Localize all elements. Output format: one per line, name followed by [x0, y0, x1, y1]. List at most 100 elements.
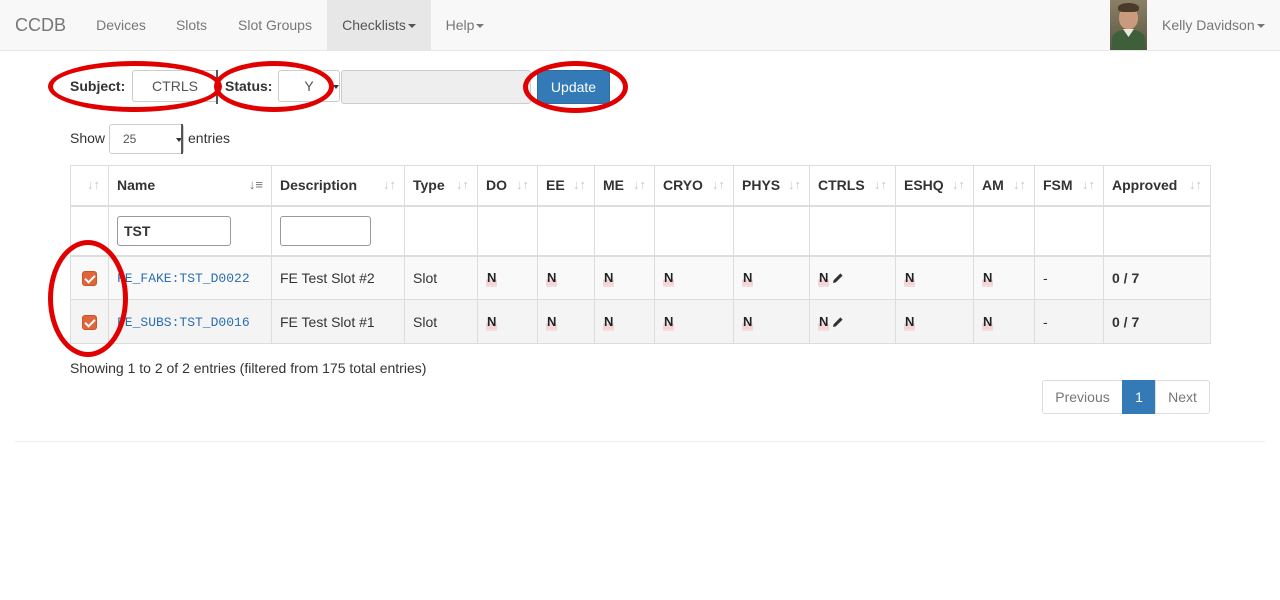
pencil-icon[interactable] — [832, 272, 844, 284]
user-name: Kelly Davidson — [1162, 17, 1255, 33]
approved-value: 0 / 7 — [1112, 313, 1140, 330]
description-cell: FE Test Slot #1 — [271, 299, 405, 344]
sort-icon: ↓↑ — [1013, 177, 1026, 192]
cryo-cell: N — [654, 255, 734, 300]
status-value: N — [486, 313, 498, 331]
me-cell: N — [594, 255, 655, 300]
filter-cell — [895, 205, 974, 257]
status-value: N — [904, 313, 916, 331]
comment-input[interactable] — [341, 70, 531, 104]
nav-slots[interactable]: Slots — [160, 0, 223, 50]
column-type[interactable]: Type ↓↑ — [404, 165, 478, 207]
status-value: N — [818, 269, 830, 287]
column-approved-label: Approved — [1112, 177, 1178, 194]
status-value: N — [982, 269, 994, 287]
phys-cell: N — [733, 255, 810, 300]
sort-icon: ↓↑ — [788, 177, 801, 192]
column-description-label: Description — [280, 177, 358, 194]
filter-cell-description — [271, 205, 405, 257]
nav-help[interactable]: Help — [431, 0, 499, 50]
column-ctrls[interactable]: CTRLS ↓↑ — [809, 165, 896, 207]
status-value: N — [742, 313, 754, 331]
column-fsm-label: FSM — [1043, 177, 1073, 194]
column-do-label: DO — [486, 177, 507, 194]
entries-length-value: 25 — [123, 132, 137, 146]
status-value: N — [546, 269, 558, 287]
avatar-hair — [1118, 3, 1139, 12]
sort-icon: ↓↑ — [1189, 177, 1202, 192]
sort-ascending-icon: ↓≡ — [248, 177, 263, 192]
column-select[interactable]: ↓↑ — [70, 165, 109, 207]
avatar[interactable] — [1110, 0, 1147, 50]
status-value: N — [546, 313, 558, 331]
column-cryo[interactable]: CRYO ↓↑ — [654, 165, 734, 207]
filter-cell — [594, 205, 655, 257]
show-label: Show — [70, 130, 106, 146]
filter-cell-name — [108, 205, 272, 257]
filter-cell — [537, 205, 595, 257]
ee-cell: N — [537, 255, 595, 300]
status-label: Status: — [225, 78, 273, 94]
subject-select[interactable]: CTRLS — [132, 70, 218, 102]
sort-icon: ↓↑ — [573, 177, 586, 192]
do-cell: N — [477, 299, 538, 344]
status-value: N — [663, 313, 675, 331]
chevron-down-icon — [476, 24, 485, 29]
nav-checklists[interactable]: Checklists — [327, 0, 431, 50]
nav-slot-groups[interactable]: Slot Groups — [223, 0, 327, 50]
eshq-cell: N — [895, 255, 974, 300]
entries-label: entries — [188, 130, 231, 146]
column-phys-label: PHYS — [742, 177, 781, 194]
name-cell: FE_FAKE:TST_D0022 — [108, 255, 272, 300]
update-button[interactable]: Update — [537, 70, 610, 104]
nav-devices[interactable]: Devices — [82, 0, 160, 50]
description-filter-input[interactable] — [280, 215, 371, 246]
am-cell: N — [973, 299, 1035, 344]
divider — [15, 441, 1265, 442]
table-row[interactable]: FE_SUBS:TST_D0016 FE Test Slot #1 Slot N… — [70, 299, 1211, 344]
name-filter-input[interactable] — [117, 215, 231, 246]
eshq-cell: N — [895, 299, 974, 344]
column-do[interactable]: DO ↓↑ — [477, 165, 538, 207]
column-approved[interactable]: Approved ↓↑ — [1103, 165, 1211, 207]
checked-checkbox-icon[interactable] — [82, 314, 97, 330]
nav-slot-groups-label: Slot Groups — [238, 17, 312, 33]
approved-cell: 0 / 7 — [1103, 255, 1211, 300]
user-menu[interactable]: Kelly Davidson — [1147, 0, 1280, 50]
ctrls-cell: N — [809, 299, 896, 344]
next-button[interactable]: Next — [1155, 380, 1210, 414]
column-ee[interactable]: EE ↓↑ — [537, 165, 595, 207]
column-am[interactable]: AM ↓↑ — [973, 165, 1035, 207]
status-select-value: Y — [304, 78, 314, 94]
table-row[interactable]: FE_FAKE:TST_D0022 FE Test Slot #2 Slot N… — [70, 255, 1211, 300]
column-description[interactable]: Description ↓↑ — [271, 165, 405, 207]
sort-icon: ↓↑ — [516, 177, 529, 192]
pencil-icon[interactable] — [832, 316, 844, 328]
slot-link[interactable]: FE_SUBS:TST_D0016 — [117, 315, 250, 330]
sort-icon: ↓↑ — [87, 177, 100, 192]
name-cell: FE_SUBS:TST_D0016 — [108, 299, 272, 344]
column-name[interactable]: Name ↓≡ — [108, 165, 272, 207]
previous-button[interactable]: Previous — [1042, 380, 1123, 414]
column-me[interactable]: ME ↓↑ — [594, 165, 655, 207]
status-select[interactable]: Y — [278, 70, 340, 102]
checked-checkbox-icon[interactable] — [82, 271, 97, 287]
filter-cell — [973, 205, 1035, 257]
brand-link[interactable]: CCDB — [15, 0, 66, 50]
column-am-label: AM — [982, 177, 1004, 194]
nav-devices-label: Devices — [96, 17, 146, 33]
column-phys[interactable]: PHYS ↓↑ — [733, 165, 810, 207]
slot-link[interactable]: FE_FAKE:TST_D0022 — [117, 271, 250, 286]
sort-icon: ↓↑ — [383, 177, 396, 192]
entries-length-select[interactable]: 25 — [109, 124, 184, 154]
status-value: N — [904, 269, 916, 287]
chevron-down-icon — [333, 85, 339, 89]
filter-cell-select — [70, 205, 109, 257]
page-1-button[interactable]: 1 — [1122, 380, 1156, 414]
column-eshq[interactable]: ESHQ ↓↑ — [895, 165, 974, 207]
column-fsm[interactable]: FSM ↓↑ — [1034, 165, 1104, 207]
navbar: CCDB Devices Slots Slot Groups Checklist… — [0, 0, 1280, 51]
ee-cell: N — [537, 299, 595, 344]
am-cell: N — [973, 255, 1035, 300]
sort-icon: ↓↑ — [456, 177, 469, 192]
